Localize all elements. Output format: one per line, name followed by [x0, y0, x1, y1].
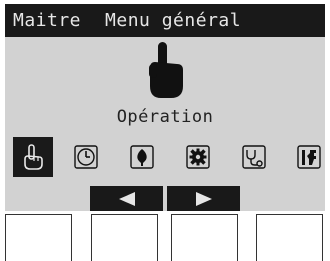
triangle-left-icon: [118, 191, 135, 206]
maintenance-icon: [242, 145, 266, 169]
menu-tile-timer[interactable]: [68, 139, 104, 175]
operation-hand-large-icon: [149, 42, 183, 98]
menu-tile-settings[interactable]: [180, 139, 216, 175]
controller-mode-label: Maitre: [13, 10, 82, 31]
function-button-f4[interactable]: [256, 214, 323, 261]
function-button-f2[interactable]: [91, 214, 158, 261]
function-button-f1[interactable]: [5, 214, 72, 261]
triangle-right-icon: [195, 191, 212, 206]
clock-icon: [74, 145, 98, 169]
selected-item-label: Opération: [116, 107, 214, 127]
menu-tile-operation[interactable]: [13, 137, 53, 177]
service-tools-icon: [297, 145, 321, 169]
menu-tile-maintenance[interactable]: [236, 139, 272, 175]
navigation-bar: [90, 186, 240, 211]
nav-right-button[interactable]: [167, 186, 240, 211]
lcd-screen: Maitre Menu général Opération: [5, 4, 325, 211]
header-bar: Maitre Menu général: [5, 4, 325, 37]
nav-left-button[interactable]: [90, 186, 163, 211]
menu-icon-row: [13, 137, 325, 179]
menu-tile-energy-saving[interactable]: [124, 139, 160, 175]
operation-hand-icon: [24, 144, 43, 170]
energy-saving-icon: [130, 145, 154, 169]
menu-title: Menu général: [105, 10, 242, 31]
function-button-f3[interactable]: [171, 214, 238, 261]
gear-icon: [186, 145, 210, 169]
menu-tile-service[interactable]: [291, 139, 325, 175]
